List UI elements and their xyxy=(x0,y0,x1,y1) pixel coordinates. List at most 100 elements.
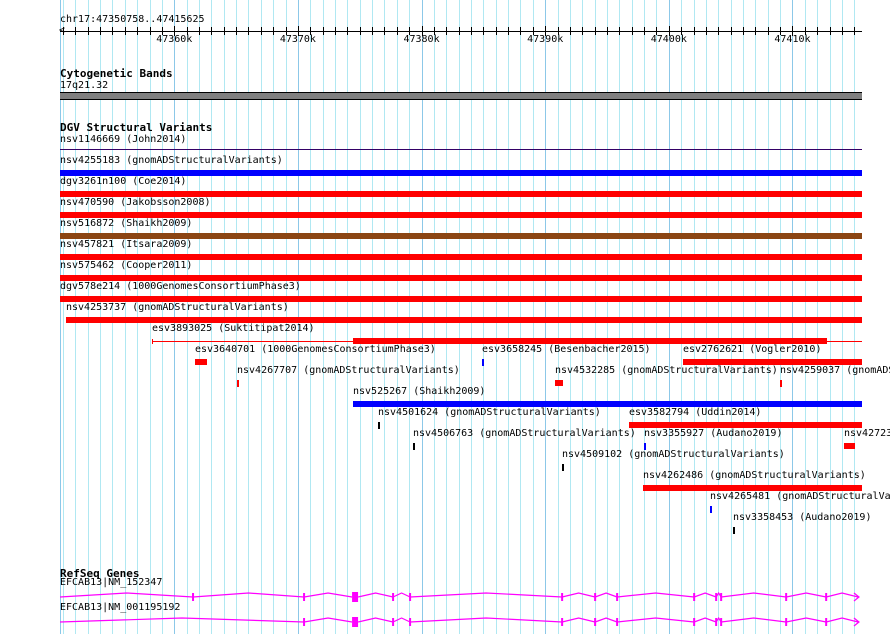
ruler-tick xyxy=(731,27,732,35)
variant-bar[interactable] xyxy=(555,380,563,386)
ruler-tick xyxy=(199,27,200,35)
transcript-label[interactable]: EFCAB13|NM_152347 xyxy=(60,577,162,589)
variant-bar[interactable] xyxy=(562,464,564,471)
exon xyxy=(561,618,564,626)
variant-bar[interactable] xyxy=(60,149,862,150)
ruler-tick-label: 47380k xyxy=(403,34,440,45)
ruler-tick xyxy=(830,27,831,35)
track-title-dgv-structural-variants[interactable]: DGV Structural Variants xyxy=(60,121,212,134)
ruler-tick xyxy=(224,27,225,35)
ruler-tick xyxy=(323,27,324,35)
ruler-tick xyxy=(632,27,633,35)
transcript-glyph[interactable] xyxy=(0,615,890,629)
ruler-tick xyxy=(644,27,645,35)
variant-bar[interactable] xyxy=(195,359,207,365)
feature-label[interactable]: nsv3355927 (Audano2019) xyxy=(644,428,782,440)
exon xyxy=(594,593,597,601)
feature-label[interactable]: nsv525267 (Shaikh2009) xyxy=(353,386,485,398)
feature-label[interactable]: nsv4267707 (gnomADStructuralVariants) xyxy=(237,365,460,377)
ruler-tick xyxy=(706,27,707,35)
exon xyxy=(616,618,619,626)
feature-label[interactable]: nsv575462 (Cooper2011) xyxy=(60,260,192,272)
intron-line xyxy=(357,617,394,623)
ruler-tick xyxy=(236,27,237,35)
feature-label[interactable]: nsv4509102 (gnomADStructuralVariants) xyxy=(562,449,785,461)
ruler-tick xyxy=(137,27,138,35)
feature-label[interactable]: nsv4255183 (gnomADStructuralVariants) xyxy=(60,155,283,167)
feature-label[interactable]: nsv4253737 (gnomADStructuralVariants) xyxy=(66,302,289,314)
feature-label[interactable]: nsv4262486 (gnomADStructuralVariants) xyxy=(643,470,866,482)
ruler-tick xyxy=(755,27,756,35)
genome-browser-view[interactable]: chr17:47350758..47415625 < 47360k47370k4… xyxy=(0,0,890,634)
variant-bar[interactable] xyxy=(378,422,380,429)
feature-label[interactable]: nsv516872 (Shaikh2009) xyxy=(60,218,192,230)
ruler-tick xyxy=(619,27,620,35)
cytoband-bar[interactable] xyxy=(60,92,862,100)
ruler-tick xyxy=(347,27,348,35)
variant-bar[interactable] xyxy=(780,380,782,387)
exon xyxy=(392,593,395,601)
track-title-cytogenetic-bands[interactable]: Cytogenetic Bands xyxy=(60,67,173,80)
ruler-tick xyxy=(768,27,769,35)
feature-label[interactable]: nsv4501624 (gnomADStructuralVariants) xyxy=(378,407,601,419)
feature-label[interactable]: nsv42723 xyxy=(844,428,890,440)
variant-bar[interactable] xyxy=(844,443,855,449)
intron-line xyxy=(192,592,305,598)
exon xyxy=(192,593,195,601)
ruler-tick xyxy=(508,27,509,35)
feature-label[interactable]: nsv457821 (Itsara2009) xyxy=(60,239,192,251)
ruler-tick-label: 47410k xyxy=(774,34,811,45)
feature-label[interactable]: nsv4265481 (gnomADStructuralVa xyxy=(710,491,890,503)
ruler-tick xyxy=(520,27,521,35)
feature-label[interactable]: nsv1146669 (John2014) xyxy=(60,134,186,146)
ruler-tick xyxy=(100,27,101,35)
exon xyxy=(715,618,718,626)
variant-bar[interactable] xyxy=(413,443,415,450)
ruler-axis[interactable] xyxy=(60,31,862,32)
intron-line xyxy=(693,592,717,598)
variant-bar[interactable] xyxy=(482,359,484,366)
feature-label[interactable]: nsv4506763 (gnomADStructuralVariants) xyxy=(413,428,636,440)
ruler-tick xyxy=(842,27,843,35)
feature-label[interactable]: esv3582794 (Uddin2014) xyxy=(629,407,761,419)
intron-line xyxy=(617,592,695,598)
ruler-tick xyxy=(595,27,596,35)
intron-line xyxy=(59,617,305,623)
ruler-tick xyxy=(446,27,447,35)
ruler-tick xyxy=(261,27,262,35)
feature-label[interactable]: nsv4259037 (gnomADS xyxy=(780,365,890,377)
intron-line xyxy=(826,617,859,623)
feature-label[interactable]: nsv3358453 (Audano2019) xyxy=(733,512,871,524)
exon xyxy=(303,618,306,626)
intron-line xyxy=(594,617,618,623)
exon xyxy=(720,593,723,601)
exon xyxy=(409,593,412,601)
exon xyxy=(785,593,788,601)
variant-bar[interactable] xyxy=(710,506,712,513)
intron-line xyxy=(786,592,827,598)
variant-bar[interactable] xyxy=(237,380,239,387)
ruler-tick xyxy=(582,27,583,35)
feature-label[interactable]: esv3640701 (1000GenomesConsortiumPhase3) xyxy=(195,344,436,356)
ruler-tick xyxy=(718,27,719,35)
feature-label[interactable]: nsv4532285 (gnomADStructuralVariants) xyxy=(555,365,778,377)
ruler-tick xyxy=(75,27,76,35)
feature-label[interactable]: nsv470590 (Jakobsson2008) xyxy=(60,197,211,209)
intron-line xyxy=(392,617,411,623)
location-label: chr17:47350758..47415625 xyxy=(60,14,205,25)
ruler-tick xyxy=(273,27,274,35)
exon xyxy=(715,593,718,601)
ruler-tick xyxy=(372,27,373,35)
feature-label[interactable]: esv3658245 (Besenbacher2015) xyxy=(482,344,651,356)
feature-label[interactable]: dgv578e214 (1000GenomesConsortiumPhase3) xyxy=(60,281,301,293)
exon xyxy=(561,593,564,601)
variant-bar[interactable] xyxy=(733,527,735,534)
feature-label[interactable]: esv3893025 (Suktitipat2014) xyxy=(152,323,315,335)
transcript-label[interactable]: EFCAB13|NM_001195192 xyxy=(60,602,180,614)
ruler-tick xyxy=(88,27,89,35)
exon xyxy=(352,617,359,627)
feature-label[interactable]: esv2762621 (Vogler2010) xyxy=(683,344,821,356)
intron-line xyxy=(392,592,411,598)
feature-label[interactable]: dgv3261n100 (Coe2014) xyxy=(60,176,186,188)
exon xyxy=(693,618,696,626)
